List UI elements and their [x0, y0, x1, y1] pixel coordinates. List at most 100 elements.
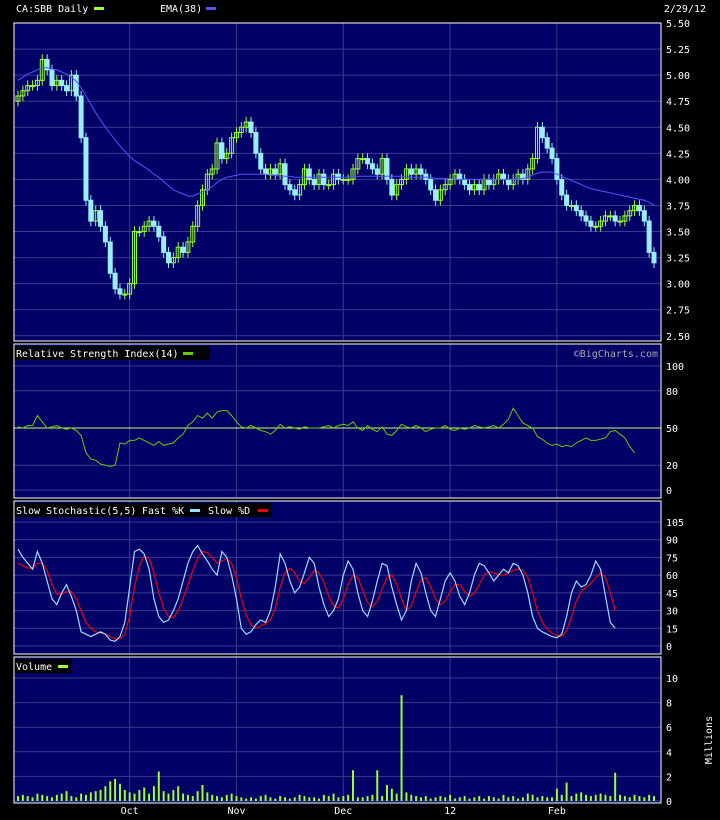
candle-body	[612, 215, 618, 222]
volume-bar	[478, 796, 481, 801]
price-y-tick-label: 2.50	[666, 332, 690, 343]
candle-body	[360, 158, 366, 161]
price-y-tick-label: 5.25	[666, 45, 690, 56]
candle-body	[166, 251, 172, 264]
stochastic-panel: 105 90 75 60 45 30 15 0 Slow Stochastic(5,5) Fa…	[10, 500, 684, 655]
volume-bar	[473, 797, 476, 801]
volume-bar	[84, 794, 87, 801]
volume-bar	[356, 797, 359, 801]
volume-bar	[599, 793, 602, 801]
x-tick-label: Dec	[334, 806, 352, 817]
volume-bar	[604, 794, 607, 801]
stoch-y-tick-label: 45	[666, 589, 678, 600]
volume-bar	[31, 797, 34, 801]
price-y-tick-label: 4.00	[666, 175, 690, 186]
candle-body	[306, 168, 312, 180]
volume-bar	[551, 797, 554, 801]
candle-body	[219, 142, 225, 160]
volume-bar	[395, 793, 398, 801]
volume-bar	[400, 695, 403, 801]
candle-body	[287, 184, 293, 191]
candle-body	[573, 204, 579, 212]
candle-body	[151, 220, 157, 227]
price-y-tick-label: 3.75	[666, 201, 690, 212]
volume-bar	[172, 789, 175, 801]
candle-body	[617, 220, 623, 223]
stock-chart: CA:SBB Daily EMA(38) 2/29/12 5.50 5.25 5.0…	[0, 0, 720, 820]
volume-bar	[594, 794, 597, 801]
volume-bar	[342, 796, 345, 801]
volume-bar	[585, 794, 588, 801]
volume-bar	[191, 796, 194, 801]
volume-bar	[434, 797, 437, 801]
volume-bar	[75, 797, 78, 801]
candle-body	[428, 178, 434, 191]
volume-bar	[546, 797, 549, 801]
volume-bar	[541, 796, 544, 801]
volume-bar	[536, 797, 539, 801]
stoch-y-tick-label: 60	[666, 571, 678, 582]
stoch-panel-bg	[14, 501, 661, 654]
volume-bar	[361, 797, 364, 801]
volume-bar	[230, 793, 233, 801]
candle-body	[30, 85, 36, 88]
chart-date: 2/29/12	[664, 4, 706, 15]
symbol-label: CA:SBB Daily	[16, 4, 88, 15]
volume-bar	[26, 796, 29, 801]
stoch-y-tick-label: 30	[666, 607, 678, 618]
price-panel: 5.50 5.25 5.00 4.75 4.50 4.25 4.00 3.75 3.50 3.25…	[13, 19, 690, 343]
volume-bar	[94, 791, 97, 801]
x-tick-label: Feb	[548, 806, 566, 817]
volume-bar	[327, 796, 330, 801]
volume-bar	[216, 796, 219, 801]
volume-bar	[614, 772, 617, 801]
volume-bar	[235, 796, 238, 801]
stoch-y-tick-label: 90	[666, 536, 678, 547]
volume-bar	[366, 796, 369, 801]
stoch-y-tick-label: 15	[666, 624, 678, 635]
volume-bar	[65, 791, 68, 801]
volume-bar	[250, 797, 253, 801]
volume-bar	[41, 794, 44, 801]
volume-bar	[429, 798, 432, 801]
volume-bar	[449, 794, 452, 801]
candle-body	[282, 163, 288, 186]
volume-bar	[531, 794, 534, 801]
volume-bar	[609, 796, 612, 801]
candle-body	[258, 152, 264, 170]
candle-body	[345, 178, 351, 181]
volume-bar	[118, 783, 121, 801]
candle-body	[311, 178, 317, 186]
candle-body	[161, 236, 167, 253]
volume-bar	[385, 785, 388, 801]
volume-bar	[80, 793, 83, 801]
vol-y-tick-label: 0	[666, 797, 672, 808]
volume-unit-label: Millions	[704, 716, 715, 764]
volume-bar	[274, 798, 277, 801]
volume-bar	[619, 794, 622, 801]
price-y-tick-label: 4.50	[666, 123, 690, 134]
volume-bar	[483, 798, 486, 801]
volume-bar	[439, 796, 442, 801]
rsi-y-tick-label: 80	[666, 387, 678, 398]
candle-body	[554, 158, 560, 180]
stoch-y-tick-label: 75	[666, 553, 678, 564]
candle-body	[423, 173, 429, 180]
volume-bar	[17, 796, 19, 801]
candle-body	[505, 178, 511, 186]
volume-bar	[560, 794, 563, 801]
volume-bar	[468, 798, 471, 801]
candle-body	[651, 251, 657, 264]
volume-bar	[211, 794, 214, 801]
volume-bar	[162, 791, 165, 801]
candle-body	[578, 210, 584, 217]
volume-bar	[254, 798, 257, 801]
volume-bar	[177, 786, 180, 801]
price-y-tick-label: 5.50	[666, 19, 690, 30]
volume-bar	[521, 797, 524, 801]
volume-bar	[182, 793, 185, 801]
volume-bar	[517, 798, 520, 801]
slow-d-swatch	[258, 509, 268, 512]
candle-body	[88, 199, 94, 222]
volume-bar	[46, 796, 49, 801]
